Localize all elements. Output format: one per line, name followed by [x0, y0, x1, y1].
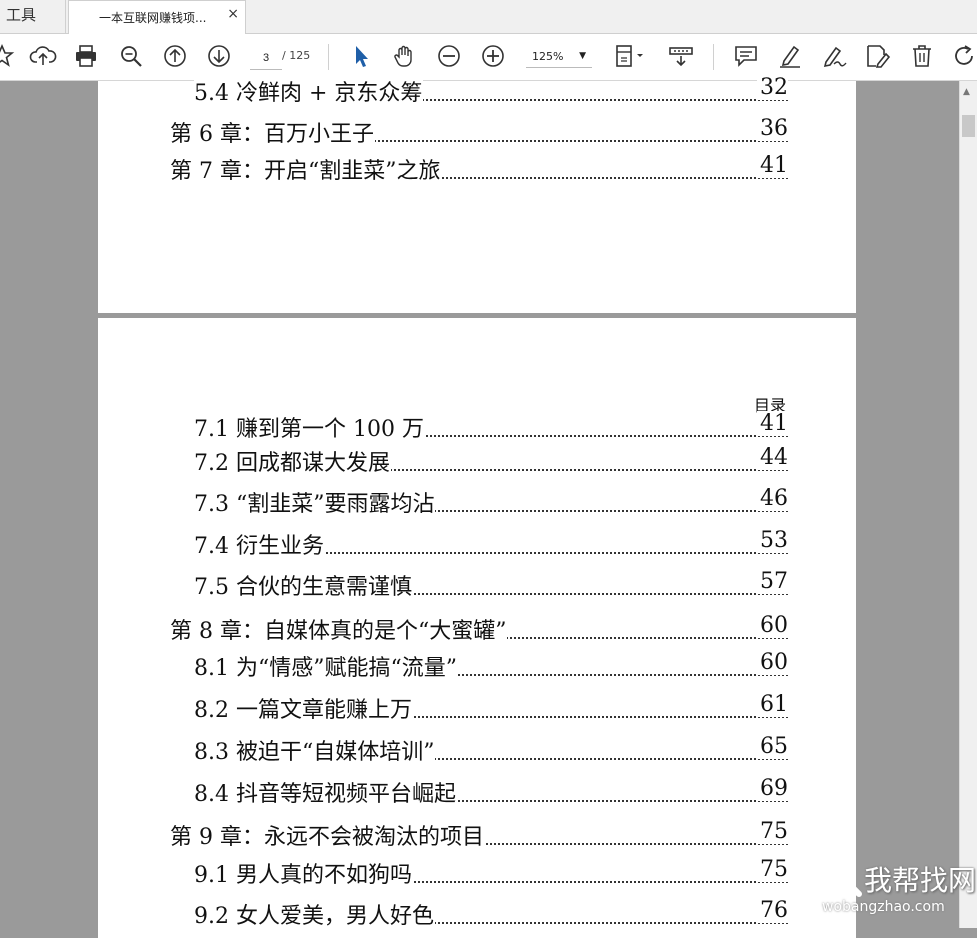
vertical-scrollbar[interactable]: ▲ — [959, 81, 977, 928]
toc-entry[interactable]: 9.2 女人爱美，男人好色 76 — [194, 898, 788, 932]
toc-entry[interactable]: 第 8 章：自媒体真的是个“大蜜罐” 60 — [170, 613, 788, 647]
highlight-icon[interactable] — [776, 42, 804, 70]
page-up-icon[interactable] — [161, 42, 189, 70]
select-cursor-icon[interactable] — [347, 42, 375, 70]
scroll-up-icon[interactable]: ▲ — [963, 87, 970, 97]
toolbar-divider — [713, 44, 714, 70]
page-total: / 125 — [282, 49, 311, 62]
tab-document[interactable]: 一本互联网赚钱项... × — [68, 0, 246, 34]
toc-entry-page: 76 — [757, 898, 788, 923]
cloud-upload-icon[interactable] — [29, 42, 57, 70]
pdf-page: 5.4 冷鲜肉 + 京东众筹 32 第 6 章：百万小王子 36 第 7 章：开… — [98, 75, 856, 313]
toc-entry-title: 7.5 合伙的生意需谨慎 — [194, 569, 413, 601]
toc-entry-title: 7.1 赚到第一个 100 万 — [194, 411, 425, 443]
toc-entry-title: 9.1 男人真的不如狗吗 — [194, 857, 413, 889]
toc-entry-page: 41 — [757, 411, 788, 436]
toc-entry-title: 8.3 被迫干“自媒体培训” — [194, 734, 436, 766]
star-icon[interactable] — [0, 42, 16, 70]
toc-entry-page: 65 — [757, 734, 788, 759]
toc-entry-page: 32 — [757, 75, 788, 100]
toc-entry-title: 第 9 章：永远不会被淘汰的项目 — [170, 819, 485, 851]
toc-entry[interactable]: 8.1 为“情感”赋能搞“流量” 60 — [194, 650, 788, 684]
toolbar: / 125 125% ▼ — [0, 34, 977, 81]
toc-entry-page: 75 — [757, 857, 788, 882]
scroll-mode-icon[interactable] — [667, 42, 695, 70]
print-icon[interactable] — [72, 42, 100, 70]
toc-entry[interactable]: 第 6 章：百万小王子 36 — [170, 116, 788, 150]
toc-entry-page: 53 — [757, 528, 788, 553]
comment-icon[interactable] — [732, 42, 760, 70]
pdf-page: 目录 7.1 赚到第一个 100 万 41 7.2 回成都谋大发展 44 7.3 “割韭… — [98, 318, 856, 938]
toc-entry-title: 第 8 章：自媒体真的是个“大蜜罐” — [170, 613, 508, 645]
toc-entry-title: 第 7 章：开启“割韭菜”之旅 — [170, 153, 442, 185]
toc-entry-title: 5.4 冷鲜肉 + 京东众筹 — [194, 75, 424, 107]
toc-entry[interactable]: 7.1 赚到第一个 100 万 41 — [194, 411, 788, 445]
zoom-value: 125% — [532, 50, 564, 63]
toc-entry-page: 44 — [757, 445, 788, 470]
sign-icon[interactable] — [820, 42, 848, 70]
toc-entry[interactable]: 8.2 一篇文章能赚上万 61 — [194, 692, 788, 726]
toc-entry[interactable]: 7.3 “割韭菜”要雨露均沾 46 — [194, 486, 788, 520]
toc-entry-title: 7.2 回成都谋大发展 — [194, 445, 391, 477]
edit-icon[interactable] — [864, 42, 892, 70]
toc-entry-title: 7.3 “割韭菜”要雨露均沾 — [194, 486, 436, 518]
tab-document-title: 一本互联网赚钱项... — [99, 11, 207, 25]
toc-entry-page: 61 — [757, 692, 788, 717]
close-tab-icon[interactable]: × — [227, 6, 239, 22]
toc-entry-title: 第 6 章：百万小王子 — [170, 116, 375, 148]
watermark: 我帮找网 wobangzhao.com — [818, 855, 977, 925]
tab-tools[interactable]: 工具 — [0, 0, 66, 33]
toc-entry-title: 8.4 抖音等短视频平台崛起 — [194, 776, 457, 808]
toc-entry-page: 60 — [757, 650, 788, 675]
page-down-icon[interactable] — [205, 42, 233, 70]
zoom-select[interactable]: 125% ▼ — [526, 47, 592, 68]
hand-tool-icon[interactable] — [390, 42, 418, 70]
toc-entry[interactable]: 8.4 抖音等短视频平台崛起 69 — [194, 776, 788, 810]
delete-icon[interactable] — [908, 42, 936, 70]
toc-entry-title: 8.1 为“情感”赋能搞“流量” — [194, 650, 458, 682]
zoom-minus-icon[interactable] — [435, 42, 463, 70]
toc-entry[interactable]: 5.4 冷鲜肉 + 京东众筹 32 — [194, 75, 788, 109]
toc-entry-page: 60 — [757, 613, 788, 638]
rotate-icon[interactable] — [950, 42, 977, 70]
toc-entry-page: 75 — [757, 819, 788, 844]
toc-entry[interactable]: 7.4 衍生业务 53 — [194, 528, 788, 562]
toc-entry-title: 9.2 女人爱美，男人好色 — [194, 898, 435, 930]
chevron-down-icon: ▼ — [579, 51, 586, 61]
toc-entry-page: 57 — [757, 569, 788, 594]
toc-entry-title: 7.4 衍生业务 — [194, 528, 325, 560]
toc-entry-page: 69 — [757, 776, 788, 801]
toc-entry[interactable]: 第 9 章：永远不会被淘汰的项目 75 — [170, 819, 788, 853]
zoom-out-search-icon[interactable] — [117, 42, 145, 70]
magnifier-logo-icon — [828, 863, 862, 897]
toc-entry-page: 46 — [757, 486, 788, 511]
toc-entry[interactable]: 第 7 章：开启“割韭菜”之旅 41 — [170, 153, 788, 187]
watermark-url: wobangzhao.com — [822, 899, 945, 915]
fit-page-icon[interactable] — [611, 42, 647, 70]
scrollbar-thumb[interactable] — [962, 115, 975, 137]
toc-entry[interactable]: 8.3 被迫干“自媒体培训” 65 — [194, 734, 788, 768]
toc-entry-title: 8.2 一篇文章能赚上万 — [194, 692, 413, 724]
toolbar-divider — [328, 44, 329, 70]
toc-entry-page: 41 — [757, 153, 788, 178]
toc-entry[interactable]: 7.2 回成都谋大发展 44 — [194, 445, 788, 479]
tab-bar: 工具 一本互联网赚钱项... × — [0, 0, 977, 34]
zoom-plus-icon[interactable] — [479, 42, 507, 70]
toc-entry[interactable]: 7.5 合伙的生意需谨慎 57 — [194, 569, 788, 603]
watermark-name: 我帮找网 — [864, 864, 977, 897]
toc-entry[interactable]: 9.1 男人真的不如狗吗 75 — [194, 857, 788, 891]
page-number-input[interactable] — [250, 47, 282, 70]
toc-entry-page: 36 — [757, 116, 788, 141]
